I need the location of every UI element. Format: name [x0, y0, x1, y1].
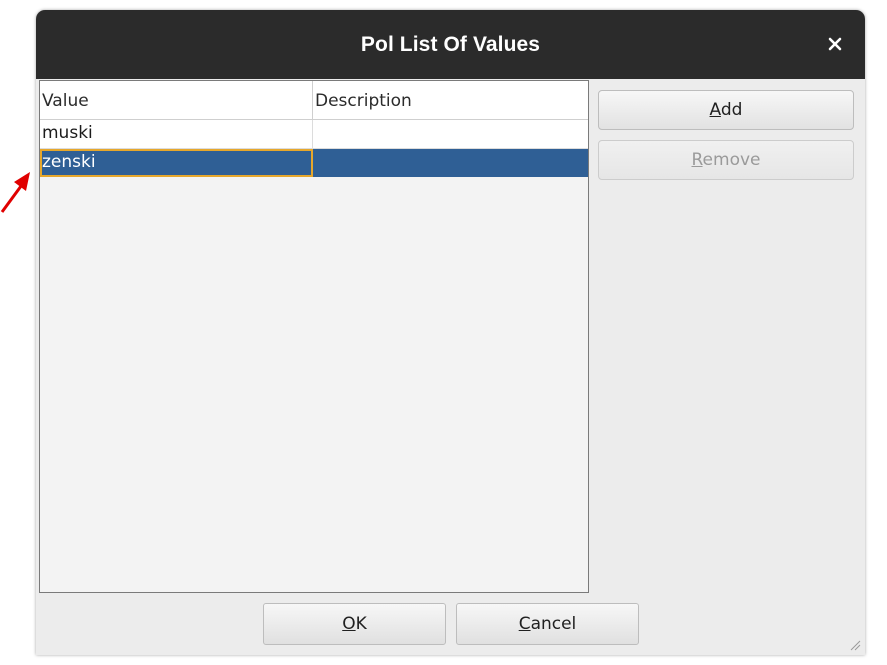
dialog-title: Pol List Of Values [360, 33, 541, 56]
add-mnemonic: A [709, 100, 721, 120]
remove-button[interactable]: Remove [598, 140, 854, 180]
table-header: Value Description [40, 81, 588, 120]
values-table[interactable]: Value Description muski zenski [39, 80, 589, 593]
close-icon [828, 37, 842, 51]
cancel-mnemonic: C [518, 614, 531, 634]
title-bar: Pol List Of Values [36, 10, 865, 79]
table-row[interactable]: muski [40, 120, 588, 149]
add-button[interactable]: Add [598, 90, 854, 130]
ok-button[interactable]: OK [263, 603, 446, 645]
resize-grip-icon[interactable] [849, 639, 861, 651]
table-row-selected[interactable]: zenski [40, 149, 588, 177]
description-cell[interactable] [313, 120, 588, 148]
cancel-label: ancel [530, 614, 577, 634]
column-header-description[interactable]: Description [313, 81, 588, 119]
screen: Pol List Of Values Value Description mus… [0, 0, 887, 665]
ok-mnemonic: O [342, 614, 356, 634]
column-header-value[interactable]: Value [40, 81, 313, 119]
pol-list-of-values-dialog: Pol List Of Values Value Description mus… [36, 10, 865, 655]
value-cell-editing[interactable]: zenski [40, 149, 313, 177]
value-cell[interactable]: muski [40, 120, 313, 148]
ok-label: K [355, 614, 367, 634]
add-label: dd [720, 100, 743, 120]
cancel-button[interactable]: Cancel [456, 603, 639, 645]
remove-mnemonic: R [691, 150, 703, 170]
close-button[interactable] [823, 32, 847, 56]
description-cell[interactable] [314, 149, 588, 177]
remove-label: emove [702, 150, 761, 170]
